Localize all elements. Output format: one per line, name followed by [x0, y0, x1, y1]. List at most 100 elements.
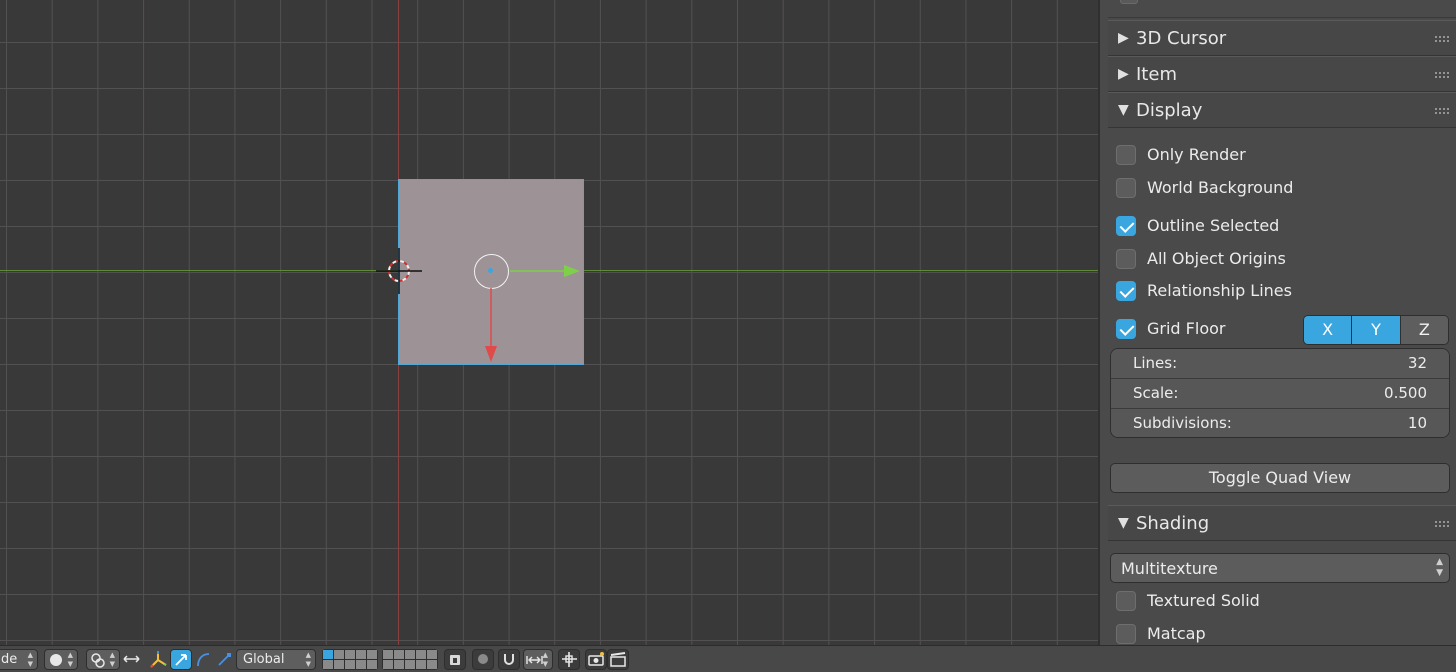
transform-orientation-dropdown[interactable]: Global ▲ ▼	[236, 649, 316, 670]
grid-axis-z-button[interactable]: Z	[1400, 316, 1448, 344]
proportional-editing-button[interactable]	[472, 649, 494, 670]
render-opengl-animation-button[interactable]	[607, 649, 629, 670]
updown-arrows-icon: ▲ ▼	[305, 651, 311, 668]
grid-axis-y-button[interactable]: Y	[1352, 316, 1401, 344]
drag-grip-icon[interactable]	[1434, 520, 1450, 528]
checkbox[interactable]	[1116, 178, 1136, 198]
transform-manipulator[interactable]	[480, 262, 590, 372]
checkbox-label: Outline Selected	[1147, 216, 1280, 235]
translate-manipulator-button[interactable]	[170, 649, 192, 670]
updown-arrows-icon: ▲ ▼	[67, 651, 73, 668]
scene-layers-group-1[interactable]	[322, 649, 378, 670]
interaction-mode-dropdown[interactable]: de ▲ ▼	[0, 649, 38, 670]
layer-slot[interactable]	[416, 660, 426, 669]
toggle-quad-view-button[interactable]: Toggle Quad View	[1110, 463, 1450, 493]
section-title: Item	[1136, 64, 1177, 85]
checkbox[interactable]	[1116, 145, 1136, 165]
all-object-origins-toggle[interactable]: All Object Origins	[1116, 247, 1446, 273]
rotate-manipulator-icon[interactable]	[193, 649, 214, 670]
field-label: Lines:	[1133, 354, 1178, 372]
layer-slot[interactable]	[383, 660, 393, 669]
layer-slot[interactable]	[356, 660, 366, 669]
expanded-triangle-icon: ▼	[1118, 515, 1129, 531]
section-header-shading[interactable]: ▼ Shading	[1108, 505, 1456, 541]
checkbox[interactable]	[1116, 249, 1136, 269]
checkbox-label: Only Render	[1147, 145, 1246, 164]
snap-element-dropdown[interactable]: ▲ ▼	[523, 649, 553, 670]
translate-arrow-icon	[175, 654, 187, 666]
solid-sphere-icon	[50, 654, 62, 666]
layer-slot[interactable]	[345, 650, 355, 659]
layer-lock-icon	[450, 655, 460, 665]
layer-slot[interactable]	[367, 650, 377, 659]
checkbox-checked[interactable]	[1116, 216, 1136, 236]
world-background-toggle[interactable]: World Background	[1116, 176, 1446, 202]
render-opengl-image-button[interactable]	[585, 649, 607, 670]
drag-grip-icon[interactable]	[1434, 107, 1450, 115]
layer-slot[interactable]	[367, 660, 377, 669]
3d-view-header-toolbar: de ▲ ▼ ▲ ▼ ▲ ▼ Global ▲ ▼ ▲ ▼	[0, 645, 1456, 672]
3d-viewport[interactable]	[0, 0, 1098, 645]
checkbox-label: Matcap	[1147, 624, 1206, 643]
clapperboard-icon	[610, 652, 626, 667]
drag-grip-icon[interactable]	[1434, 71, 1450, 79]
checkbox[interactable]	[1116, 591, 1136, 611]
outline-selected-toggle[interactable]: Outline Selected	[1116, 214, 1446, 240]
snap-toggle-button[interactable]	[498, 649, 520, 670]
layer-slot[interactable]	[405, 660, 415, 669]
snap-target-button[interactable]	[558, 649, 580, 670]
field-label: Subdivisions:	[1133, 414, 1232, 432]
layer-slot[interactable]	[334, 660, 344, 669]
checkbox-label: Relationship Lines	[1147, 281, 1292, 300]
textured-solid-toggle[interactable]: Textured Solid	[1116, 589, 1446, 615]
relationship-lines-toggle[interactable]: Relationship Lines	[1116, 279, 1446, 305]
collapsed-triangle-icon: ▶	[1118, 30, 1129, 46]
scene-layers-group-2[interactable]	[382, 649, 438, 670]
matcap-toggle[interactable]: Matcap	[1116, 622, 1446, 645]
checkbox-label: Textured Solid	[1147, 591, 1260, 610]
pivot-point-icon	[91, 653, 105, 668]
layer-slot[interactable]	[356, 650, 366, 659]
drag-grip-icon[interactable]	[1434, 35, 1450, 43]
checkbox-label: All Object Origins	[1147, 249, 1286, 268]
layer-slot[interactable]	[323, 660, 333, 669]
grid-subdivisions-field[interactable]: Subdivisions: 10	[1111, 409, 1449, 437]
3d-cursor-icon[interactable]	[376, 248, 422, 294]
layer-slot[interactable]	[334, 650, 344, 659]
pivot-point-dropdown[interactable]: ▲ ▼	[86, 649, 120, 670]
snap-target-icon	[562, 652, 577, 667]
camera-icon	[588, 652, 604, 666]
shading-mode-dropdown[interactable]: Multitexture ▲ ▼	[1110, 553, 1450, 583]
layer-slot[interactable]	[323, 650, 333, 659]
layer-slot[interactable]	[345, 660, 355, 669]
scale-manipulator-icon[interactable]	[214, 649, 235, 670]
layer-slot[interactable]	[405, 650, 415, 659]
layer-slot[interactable]	[394, 650, 404, 659]
expanded-triangle-icon: ▼	[1118, 102, 1129, 118]
field-value: 10	[1407, 414, 1427, 432]
layer-slot[interactable]	[416, 650, 426, 659]
section-header-item[interactable]: ▶ Item	[1108, 56, 1456, 92]
checkbox-checked[interactable]	[1116, 281, 1136, 301]
field-value: 32	[1407, 354, 1427, 372]
section-header-display[interactable]: ▼ Display	[1108, 92, 1456, 128]
checkbox-checked[interactable]	[1116, 319, 1136, 339]
stub-checkbox[interactable]	[1120, 0, 1138, 4]
layer-slot[interactable]	[427, 650, 437, 659]
orientation-label: Global	[243, 652, 285, 667]
grid-lines-field[interactable]: Lines: 32	[1111, 349, 1449, 379]
layer-slot[interactable]	[427, 660, 437, 669]
transform-manipulator-icon[interactable]	[148, 649, 169, 670]
lock-layers-button[interactable]	[444, 649, 466, 670]
layer-slot[interactable]	[383, 650, 393, 659]
grid-axis-x-button[interactable]: X	[1304, 316, 1353, 344]
grid-scale-field[interactable]: Scale: 0.500	[1111, 379, 1449, 409]
manipulate-center-points-icon[interactable]	[121, 649, 142, 670]
only-render-toggle[interactable]: Only Render	[1116, 143, 1446, 169]
viewport-shading-dropdown[interactable]: ▲ ▼	[44, 649, 78, 670]
checkbox[interactable]	[1116, 624, 1136, 644]
section-header-3d-cursor[interactable]: ▶ 3D Cursor	[1108, 20, 1456, 56]
snap-magnet-icon	[504, 654, 514, 665]
checkbox-label: World Background	[1147, 178, 1294, 197]
layer-slot[interactable]	[394, 660, 404, 669]
